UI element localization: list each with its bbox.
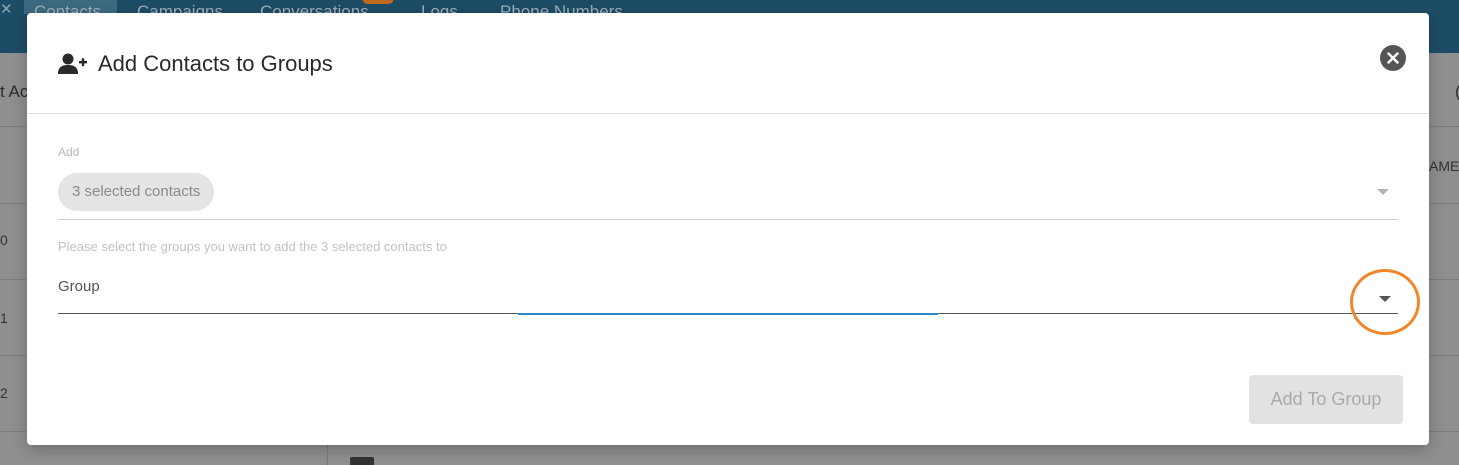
row-divider — [1429, 431, 1459, 432]
add-field-label: Add — [58, 145, 80, 159]
add-contacts-to-groups-dialog: Add Contacts to Groups Add 3 selected co… — [27, 13, 1429, 445]
row-divider — [0, 126, 26, 127]
background-column-header: AME — [1429, 158, 1459, 174]
highlight-annotation — [1350, 269, 1420, 335]
background-divider — [327, 445, 328, 465]
add-field-underline — [58, 219, 1398, 220]
row-divider — [0, 203, 26, 204]
user-plus-icon — [58, 53, 87, 74]
row-number: 0 — [0, 232, 8, 248]
row-divider — [1429, 279, 1459, 280]
calendar-icon — [350, 457, 374, 465]
group-focus-indicator — [518, 313, 938, 315]
row-divider — [0, 431, 26, 432]
row-divider — [1429, 203, 1459, 204]
row-divider — [0, 355, 26, 356]
helper-text: Please select the groups you want to add… — [58, 239, 447, 254]
group-field-label: Group — [58, 278, 100, 295]
add-to-group-button[interactable]: Add To Group — [1249, 375, 1403, 424]
close-icon — [1387, 52, 1399, 64]
background-fragment-right-edge: ( — [1455, 82, 1459, 102]
collapse-icon: ✕ — [0, 1, 13, 18]
close-button[interactable] — [1380, 45, 1406, 71]
row-divider — [0, 279, 26, 280]
row-divider — [1429, 126, 1459, 127]
dialog-title: Add Contacts to Groups — [98, 51, 333, 76]
group-select[interactable]: Group — [58, 268, 1398, 316]
row-divider — [1429, 355, 1459, 356]
dialog-header: Add Contacts to Groups — [27, 13, 1429, 114]
selected-contacts-chip: 3 selected contacts — [58, 173, 215, 211]
row-number: 2 — [0, 385, 8, 401]
add-dropdown-arrow-icon[interactable] — [1377, 189, 1389, 195]
background-fragment-left: t Ac — [0, 82, 29, 101]
row-number: 1 — [0, 310, 8, 326]
nav-badge — [362, 0, 394, 4]
